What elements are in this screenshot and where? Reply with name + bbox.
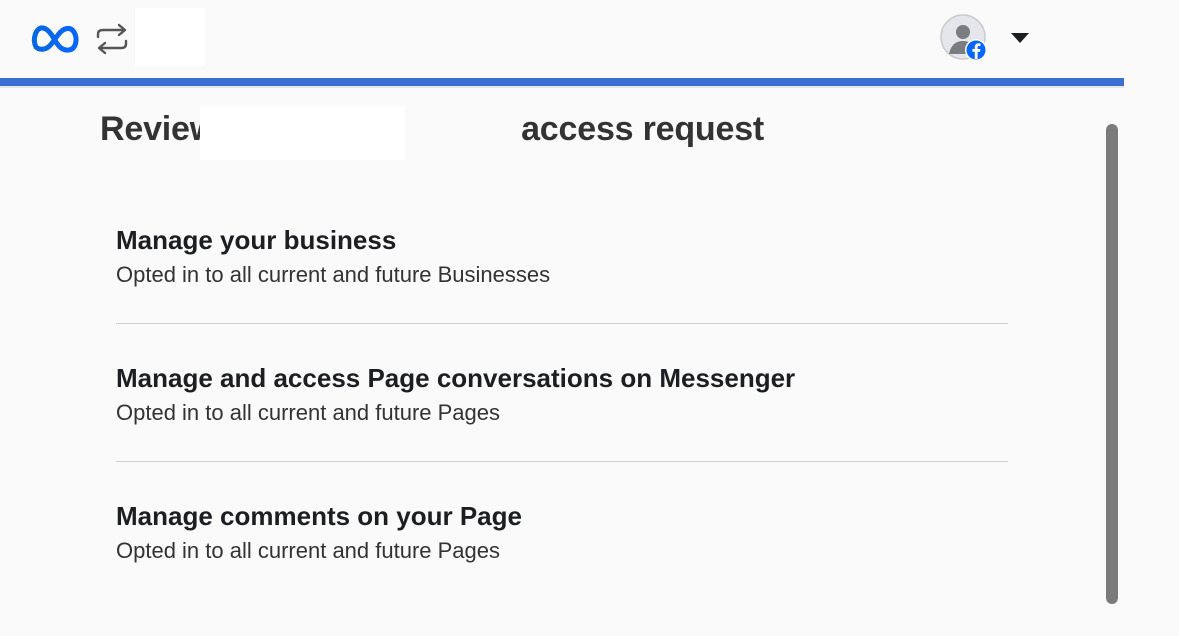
permission-title: Manage comments on your Page — [116, 501, 522, 531]
permission-title: Manage and access Page conversations on … — [116, 363, 796, 393]
scrollbar-thumb[interactable] — [1106, 124, 1118, 604]
profile-avatar-facebook-icon[interactable] — [940, 14, 988, 62]
permission-title: Manage your business — [116, 225, 397, 255]
permission-description: Opted in to all current and future Pages — [116, 400, 501, 425]
progress-bar-fill — [0, 78, 1124, 86]
permissions-list: Manage your business Opted in to all cur… — [116, 222, 1008, 636]
redacted-area — [200, 106, 405, 160]
redacted-area — [135, 8, 205, 66]
permission-description: Opted in to all current and future Pages — [116, 538, 501, 563]
permission-item-page-comments: Manage comments on your Page Opted in to… — [116, 498, 1008, 600]
permission-description: Opted in to all current and future Busin… — [116, 262, 551, 287]
switch-accounts-icon[interactable] — [94, 22, 130, 56]
permission-item-page-messenger: Manage and access Page conversations on … — [116, 360, 1008, 462]
meta-logo-icon[interactable] — [30, 21, 82, 55]
permission-item-manage-business: Manage your business Opted in to all cur… — [116, 222, 1008, 324]
progress-bar — [0, 78, 1124, 88]
top-bar — [0, 0, 1124, 78]
caret-down-icon[interactable] — [1010, 32, 1030, 44]
